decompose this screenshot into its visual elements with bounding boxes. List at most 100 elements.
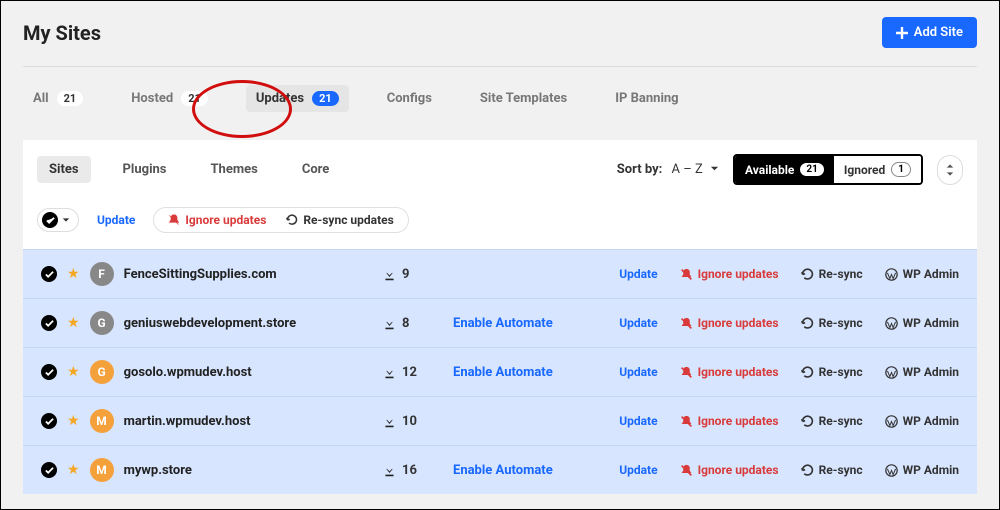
row-wpadmin-link[interactable]: WP Admin xyxy=(885,463,959,477)
row-wpadmin-link[interactable]: WP Admin xyxy=(885,267,959,281)
divider xyxy=(23,66,977,67)
tab-updates-count: 21 xyxy=(312,91,339,106)
refresh-icon xyxy=(801,415,814,428)
sort-by-dropdown[interactable]: Sort by: A – Z xyxy=(617,162,719,177)
tab-templates-label: Site Templates xyxy=(480,91,567,106)
tab-all[interactable]: All 21 xyxy=(23,85,93,112)
tab-updates-label: Updates xyxy=(256,91,304,106)
row-ignore-link[interactable]: Ignore updates xyxy=(680,463,779,477)
row-resync-link[interactable]: Re-sync xyxy=(801,316,863,330)
toggle-available[interactable]: Available 21 xyxy=(735,156,834,183)
page-title: My Sites xyxy=(23,21,101,45)
select-all-checkbox[interactable] xyxy=(42,212,58,228)
check-icon xyxy=(45,368,54,377)
add-site-button[interactable]: Add Site xyxy=(882,17,977,48)
download-icon xyxy=(383,317,396,330)
download-icon xyxy=(383,464,396,477)
check-icon xyxy=(46,216,55,225)
row-ignore-link[interactable]: Ignore updates xyxy=(680,365,779,379)
tab-updates[interactable]: Updates 21 xyxy=(246,85,349,112)
star-icon[interactable]: ★ xyxy=(67,315,80,331)
bell-off-icon xyxy=(680,366,693,379)
expand-collapse-button[interactable] xyxy=(937,155,963,185)
refresh-icon xyxy=(801,366,814,379)
table-row: ★ M mywp.store 16 Enable Automate Update… xyxy=(23,445,977,494)
star-icon[interactable]: ★ xyxy=(67,413,80,429)
site-name-link[interactable]: martin.wpmudev.host xyxy=(124,414,251,429)
star-icon[interactable]: ★ xyxy=(67,266,80,282)
site-name-link[interactable]: geniuswebdevelopment.store xyxy=(124,316,297,331)
tab-ip-banning[interactable]: IP Banning xyxy=(605,85,688,112)
enable-automate-link[interactable]: Enable Automate xyxy=(453,463,613,478)
star-icon[interactable]: ★ xyxy=(67,462,80,478)
row-update-link[interactable]: Update xyxy=(619,414,657,428)
download-icon xyxy=(383,366,396,379)
table-row: ★ G gosolo.wpmudev.host 12 Enable Automa… xyxy=(23,347,977,396)
row-resync-link[interactable]: Re-sync xyxy=(801,267,863,281)
row-checkbox[interactable] xyxy=(41,413,57,429)
row-checkbox[interactable] xyxy=(41,315,57,331)
update-count: 8 xyxy=(383,316,453,331)
chevron-down-icon xyxy=(710,164,719,173)
table-row: ★ G geniuswebdevelopment.store 8 Enable … xyxy=(23,298,977,347)
tab-configs[interactable]: Configs xyxy=(377,85,442,112)
subtab-core[interactable]: Core xyxy=(290,156,342,183)
bulk-resync-link[interactable]: Re-sync updates xyxy=(286,213,393,227)
tab-hosted-count: 21 xyxy=(181,91,208,106)
row-update-link[interactable]: Update xyxy=(619,316,657,330)
row-checkbox[interactable] xyxy=(41,462,57,478)
row-update-link[interactable]: Update xyxy=(619,365,657,379)
row-wpadmin-link[interactable]: WP Admin xyxy=(885,316,959,330)
bulk-ignore-label: Ignore updates xyxy=(185,213,266,227)
enable-automate-link[interactable]: Enable Automate xyxy=(453,365,613,380)
bulk-ignore-link[interactable]: Ignore updates xyxy=(168,213,266,227)
tab-hosted[interactable]: Hosted 21 xyxy=(121,85,218,112)
chevron-down-icon xyxy=(62,216,70,224)
refresh-icon xyxy=(286,214,298,226)
row-checkbox[interactable] xyxy=(41,364,57,380)
tab-site-templates[interactable]: Site Templates xyxy=(470,85,577,112)
row-update-link[interactable]: Update xyxy=(619,463,657,477)
bulk-pill: Ignore updates Re-sync updates xyxy=(153,207,408,233)
avatar: G xyxy=(90,360,114,384)
updates-panel: Sites Plugins Themes Core Sort by: A – Z… xyxy=(23,140,977,494)
toggle-available-count: 21 xyxy=(800,163,823,176)
row-resync-link[interactable]: Re-sync xyxy=(801,365,863,379)
row-ignore-link[interactable]: Ignore updates xyxy=(680,316,779,330)
bell-off-icon xyxy=(168,214,180,226)
row-ignore-link[interactable]: Ignore updates xyxy=(680,267,779,281)
main-tabs: All 21 Hosted 21 Updates 21 Configs Site… xyxy=(23,85,977,112)
row-wpadmin-link[interactable]: WP Admin xyxy=(885,414,959,428)
avatar: F xyxy=(90,262,114,286)
bell-off-icon xyxy=(680,317,693,330)
bulk-update-link[interactable]: Update xyxy=(97,213,135,227)
update-count: 9 xyxy=(383,267,453,282)
check-icon xyxy=(45,417,54,426)
avatar: G xyxy=(90,311,114,335)
download-icon xyxy=(383,268,396,281)
row-update-link[interactable]: Update xyxy=(619,267,657,281)
select-all-dropdown[interactable] xyxy=(37,208,79,232)
row-wpadmin-link[interactable]: WP Admin xyxy=(885,365,959,379)
row-ignore-link[interactable]: Ignore updates xyxy=(680,414,779,428)
site-name-link[interactable]: FenceSittingSupplies.com xyxy=(124,267,277,282)
site-name-link[interactable]: mywp.store xyxy=(124,463,192,478)
site-name-link[interactable]: gosolo.wpmudev.host xyxy=(124,365,252,380)
subtab-sites[interactable]: Sites xyxy=(37,156,91,183)
avatar: M xyxy=(90,458,114,482)
enable-automate-link[interactable]: Enable Automate xyxy=(453,316,613,331)
sub-tabs: Sites Plugins Themes Core xyxy=(37,156,341,183)
wordpress-icon xyxy=(885,317,898,330)
update-count: 12 xyxy=(383,365,453,380)
availability-toggle: Available 21 Ignored 1 xyxy=(733,154,923,185)
star-icon[interactable]: ★ xyxy=(67,364,80,380)
tab-hosted-label: Hosted xyxy=(131,91,173,106)
subtab-plugins[interactable]: Plugins xyxy=(111,156,179,183)
check-icon xyxy=(45,319,54,328)
row-resync-link[interactable]: Re-sync xyxy=(801,414,863,428)
toggle-ignored-label: Ignored xyxy=(844,163,885,177)
toggle-ignored[interactable]: Ignored 1 xyxy=(834,156,921,183)
row-resync-link[interactable]: Re-sync xyxy=(801,463,863,477)
subtab-themes[interactable]: Themes xyxy=(198,156,269,183)
row-checkbox[interactable] xyxy=(41,266,57,282)
